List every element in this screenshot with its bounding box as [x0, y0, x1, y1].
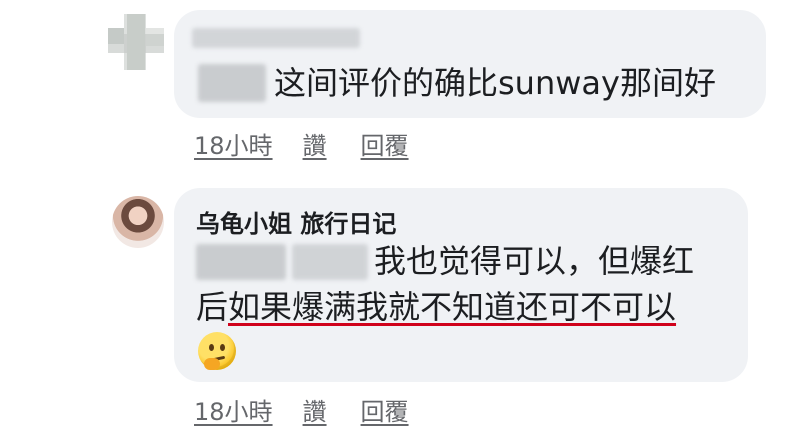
comment-text: 这间评价的确比sunway那间好 [274, 64, 716, 102]
avatar-pixel [108, 28, 124, 44]
emoji-eye [209, 344, 214, 351]
reply-button[interactable]: 回覆 [361, 392, 409, 427]
like-button[interactable]: 讚 [303, 392, 327, 427]
redacted-mention [196, 244, 286, 280]
like-button[interactable]: 讚 [303, 126, 327, 161]
timestamp-link[interactable]: 18小時 [194, 126, 273, 161]
timestamp-link[interactable]: 18小時 [194, 392, 273, 427]
avatar-pixel [146, 28, 164, 46]
avatar[interactable] [112, 196, 164, 248]
comment-text-underlined: 如果爆满我就不知道还可不可以 [228, 288, 677, 326]
redacted-mention [198, 64, 266, 102]
emoji-hand [204, 358, 220, 370]
thinking-face-icon [198, 332, 236, 370]
avatar[interactable] [108, 14, 164, 70]
comment-bubble: 乌龟小姐 旅行日记 我也觉得可以，但爆红 后如果爆满我就不知道还可不可以 [174, 188, 748, 382]
comment-text-line2: 后如果爆满我就不知道还可不可以 [196, 284, 676, 330]
redacted-mention [292, 244, 368, 280]
comment-text-prefix: 后 [196, 288, 229, 326]
comment-text-line1: 我也觉得可以，但爆红 [374, 242, 695, 280]
emoji-eye [220, 344, 225, 351]
author-name[interactable]: 乌龟小姐 旅行日记 [196, 204, 396, 239]
avatar-pixel [124, 14, 146, 70]
comment-actions: 18小時 讚 回覆 [194, 126, 409, 161]
comment-actions: 18小時 讚 回覆 [194, 392, 409, 427]
reply-button[interactable]: 回覆 [361, 126, 409, 161]
redacted-author-name [192, 28, 360, 48]
comment-bubble: 这间评价的确比sunway那间好 [174, 10, 766, 118]
